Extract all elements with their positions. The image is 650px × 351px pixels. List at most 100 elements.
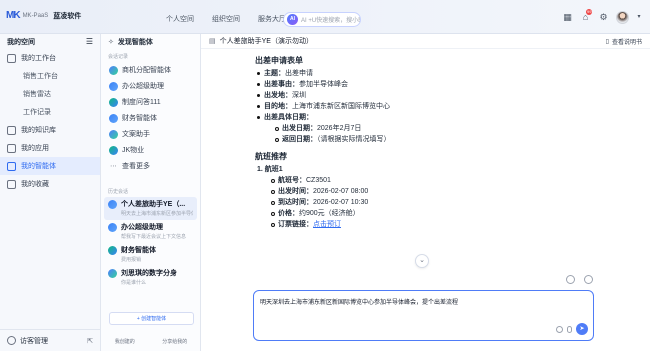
agent-label: 商机分配智能体: [122, 67, 171, 74]
discover-agents[interactable]: ✧ 发现智能体: [101, 34, 200, 49]
field-value: 上海市浦东新区新国际博览中心: [292, 103, 390, 110]
workbench-icon: [7, 53, 16, 63]
send-button[interactable]: ➤: [576, 323, 588, 335]
history-subtitle: 费用报销: [121, 257, 142, 263]
agent-icon: [108, 268, 117, 278]
brand-name: 蓝凌软件: [53, 12, 82, 20]
flight-item: 到达时间：2026-02-07 10:30: [269, 197, 585, 208]
sidebar-item-label: 我的知识库: [21, 127, 56, 134]
agent-item[interactable]: 商机分配智能体: [101, 62, 200, 78]
collapse-icon[interactable]: ☰: [86, 37, 93, 46]
sidebar-item-label: 销售工作台: [23, 73, 58, 80]
field-key: 出发地：: [264, 92, 292, 99]
sidebar-item-label: 我的应用: [21, 145, 49, 152]
sidebar-item-workbench[interactable]: 我的工作台: [0, 49, 100, 67]
star-icon: [7, 179, 16, 189]
sidebar-title: 我的空间: [7, 38, 35, 46]
external-link-icon[interactable]: ⇱: [87, 337, 93, 345]
message-tools: [566, 275, 593, 284]
field-value: 深圳: [292, 92, 306, 99]
flight-details: 航班号：CZ3501 出发时间：2026-02-07 08:00 到达时间：20…: [255, 175, 585, 230]
sidebar-header: 我的空间 ☰: [0, 34, 100, 49]
search-input[interactable]: AI AI +U快速搜索，搜小助: [283, 12, 361, 27]
form-fields: 主题：出差申请 出差事由：参加半导体峰会 出发地：深圳 目的地：上海市浦东新区新…: [255, 68, 585, 145]
avatar[interactable]: [616, 11, 629, 24]
field-item: 目的地：上海市浦东新区新国际博览中心: [255, 101, 585, 112]
grid-icon[interactable]: ▦: [562, 12, 573, 23]
flight-value: 2026-02-07 10:30: [313, 199, 369, 206]
recent-label: 会话记录: [108, 54, 129, 60]
history-subtitle: 你是谁什么: [121, 280, 147, 286]
agent-icon: [7, 161, 16, 171]
shared-with-me-link[interactable]: 分享给我的: [162, 338, 187, 345]
agent-item[interactable]: 文案助手: [101, 126, 200, 142]
chevron-down-icon[interactable]: ▾: [636, 12, 642, 23]
agent-label: 制度问答111: [122, 99, 161, 106]
agent-label: 办公超级助理: [122, 83, 164, 90]
date-key: 返回日期：: [282, 136, 317, 143]
create-agent-button[interactable]: + 创建智能体: [109, 312, 194, 325]
agent-item[interactable]: 财务智能体: [101, 110, 200, 126]
sidebar-item-favorites[interactable]: 我的收藏: [0, 175, 100, 193]
guide-button[interactable]: ▯ 查看说明书: [606, 37, 642, 46]
visitor-management[interactable]: 访客管理: [7, 336, 48, 346]
field-key: 目的地：: [264, 103, 292, 110]
apps-icon: [7, 143, 16, 153]
search-placeholder: AI +U快速搜索，搜小助: [301, 18, 361, 24]
agent-icon: [108, 245, 117, 255]
agent-label: JK物业: [122, 147, 145, 154]
sidebar-item-knowledge[interactable]: 我的知识库: [0, 121, 100, 139]
tab-org-space[interactable]: 组织空间: [204, 13, 248, 27]
settings-icon[interactable]: ⚙: [598, 12, 609, 23]
field-value: 参加半导体峰会: [299, 81, 348, 88]
agents-title: 发现智能体: [117, 38, 153, 46]
sidebar-item-work-log[interactable]: 工作记录: [0, 103, 100, 121]
microphone-icon[interactable]: [567, 325, 572, 333]
history-item[interactable]: 财务智能体 费用报销: [101, 243, 200, 266]
my-created-link[interactable]: 我创建的: [115, 338, 135, 345]
sidebar-item-sales-workbench[interactable]: 销售工作台: [0, 67, 100, 85]
top-bar: MK MK-PaaS 蓝凌软件 个人空间 组织空间 服务大厅 AI AI +U快…: [0, 0, 650, 34]
history-item[interactable]: 刘思琪的数字分身 你是谁什么: [101, 266, 200, 289]
refresh-icon[interactable]: [566, 275, 575, 284]
sidebar: 我的空间 ☰ 我的工作台 销售工作台 销售雷达 工作记录 我的知识库 我的应用 …: [0, 34, 101, 351]
history-icon[interactable]: [584, 275, 593, 284]
agent-icon: [109, 97, 118, 107]
logo-mark: MK: [6, 10, 21, 21]
agent-item[interactable]: 制度问答111: [101, 94, 200, 110]
assistant-message: 出差申请表单 主题：出差申请 出差事由：参加半导体峰会 出发地：深圳 目的地：上…: [255, 54, 585, 230]
agent-label: 文案助手: [122, 131, 150, 138]
chat-input[interactable]: 明天深圳去上海市浦东新区新国际博览中心参加半导体峰会，提个出差流程 ➤: [253, 290, 594, 341]
history-item[interactable]: 个人差旅助手YE（... 明天去上海市浦东新区参加半导体峰会: [104, 197, 197, 220]
agent-icon: [109, 129, 118, 139]
scroll-down-button[interactable]: ⌄: [415, 254, 429, 268]
sidebar-footer: 访客管理 ⇱: [0, 329, 100, 351]
clock-icon[interactable]: [556, 325, 563, 333]
field-item: 出发地：深圳: [255, 90, 585, 101]
flight-item: 出发时间：2026-02-07 08:00: [269, 186, 585, 197]
history-label: 历史会话: [108, 189, 129, 195]
tab-personal-space[interactable]: 个人空间: [158, 13, 202, 27]
sidebar-item-agents[interactable]: 我的智能体: [0, 157, 100, 175]
date-value: （请根据实际情况填写）: [317, 136, 391, 143]
knowledge-icon: [7, 125, 16, 135]
field-key: 出差事由：: [264, 81, 299, 88]
agent-icon: [109, 81, 118, 91]
sidebar-item-label: 我的收藏: [21, 181, 49, 188]
flight-key: 出发时间：: [278, 188, 313, 195]
agent-item[interactable]: JK物业: [101, 142, 200, 158]
history-item[interactable]: 办公超级助理 帮我写下最近会议上下文信息: [101, 220, 200, 243]
sidebar-item-sales-radar[interactable]: 销售雷达: [0, 85, 100, 103]
bell-icon[interactable]: ⌂ 99: [580, 9, 593, 23]
book-link[interactable]: 点击预订: [313, 221, 341, 228]
history-subtitle: 帮我写下最近会议上下文信息: [121, 234, 187, 240]
view-more[interactable]: ⋯ 查看更多: [101, 158, 200, 174]
logo[interactable]: MK MK-PaaS 蓝凌软件: [6, 10, 81, 21]
sidebar-item-apps[interactable]: 我的应用: [0, 139, 100, 157]
agent-item[interactable]: 办公超级助理: [101, 78, 200, 94]
flight-title: 航班推荐: [255, 152, 287, 161]
top-icons: ▦ ⌂ 99 ⚙ ▾: [562, 9, 642, 24]
field-key: 主题：: [264, 70, 285, 77]
field-key: 出差具体日期：: [264, 114, 313, 121]
logo-sub: MK-PaaS: [22, 12, 49, 19]
